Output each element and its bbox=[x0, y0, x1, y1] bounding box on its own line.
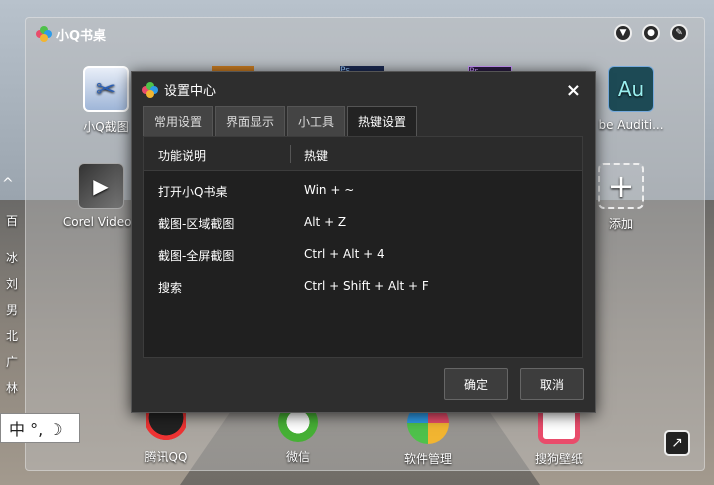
table-row[interactable]: 截图-区域截图 Alt + Z bbox=[144, 207, 582, 239]
ok-button[interactable]: 确定 bbox=[444, 368, 508, 400]
sidebar-item[interactable]: 林 bbox=[6, 379, 86, 396]
cancel-button[interactable]: 取消 bbox=[520, 368, 584, 400]
row-hotkey[interactable]: Alt + Z bbox=[304, 215, 346, 229]
table-row[interactable]: 截图-全屏截图 Ctrl + Alt + 4 bbox=[144, 239, 582, 271]
table-header: 功能说明 热键 bbox=[144, 137, 582, 171]
column-divider bbox=[290, 145, 291, 163]
add-icon: + bbox=[598, 163, 644, 209]
app-label: 搜狗壁纸 bbox=[534, 452, 583, 466]
app-label: 小Q截图 bbox=[83, 120, 129, 134]
ime-text: 中 °, ☽ bbox=[9, 420, 63, 439]
desk-title: 小Q书桌 bbox=[56, 28, 107, 44]
hotkey-table: 功能说明 热键 打开小Q书桌 Win + ~ 截图-区域截图 Alt + Z 截… bbox=[143, 136, 583, 358]
dialog-title: 设置中心 bbox=[164, 84, 217, 99]
tab-display[interactable]: 界面显示 bbox=[215, 106, 286, 136]
app-label: be Auditi... bbox=[598, 118, 664, 132]
app-item-audition[interactable]: Au be Auditi... bbox=[586, 66, 676, 132]
app-label: 微信 bbox=[285, 450, 310, 464]
sidebar-item[interactable]: 北 bbox=[6, 327, 86, 344]
table-row[interactable]: 搜索 Ctrl + Shift + Alt + F bbox=[144, 271, 582, 303]
row-function: 截图-区域截图 bbox=[158, 217, 235, 231]
row-function: 搜索 bbox=[158, 281, 183, 295]
tab-hotkeys[interactable]: 热键设置 bbox=[347, 106, 418, 136]
row-hotkey[interactable]: Ctrl + Shift + Alt + F bbox=[304, 279, 429, 293]
skin-icon[interactable]: ● bbox=[642, 24, 660, 42]
settings-tabs: 常用设置 界面显示 小工具 热键设置 bbox=[143, 106, 418, 136]
sidebar-item[interactable]: 男 bbox=[6, 301, 86, 318]
share-icon[interactable]: ↗ bbox=[664, 430, 690, 456]
row-function: 打开小Q书桌 bbox=[158, 185, 228, 199]
app-logo-icon bbox=[36, 26, 52, 42]
row-function: 截图-全屏截图 bbox=[158, 249, 235, 263]
app-label: 添加 bbox=[608, 217, 633, 231]
settings-dialog: 设置中心 × 常用设置 界面显示 小工具 热键设置 功能说明 热键 打开小Q书桌… bbox=[131, 71, 596, 413]
audition-icon: Au bbox=[608, 66, 654, 112]
ime-status-bar[interactable]: 中 °, ☽ bbox=[0, 413, 80, 443]
edit-icon[interactable]: ✎ bbox=[670, 24, 688, 42]
tab-general[interactable]: 常用设置 bbox=[143, 106, 214, 136]
video-icon: ▶ bbox=[78, 163, 124, 209]
sidebar-item[interactable]: 广 bbox=[6, 353, 86, 370]
dropdown-icon[interactable]: ▼ bbox=[614, 24, 632, 42]
tab-tools[interactable]: 小工具 bbox=[287, 106, 346, 136]
settings-logo-icon bbox=[142, 81, 158, 98]
sidebar-item[interactable]: 百 bbox=[6, 212, 86, 229]
row-hotkey[interactable]: Win + ~ bbox=[304, 183, 354, 197]
desk-title-bar: 小Q书桌 bbox=[36, 24, 106, 44]
table-row[interactable]: 打开小Q书桌 Win + ~ bbox=[144, 175, 582, 207]
column-header-function: 功能说明 bbox=[158, 149, 207, 163]
app-label: 腾讯QQ bbox=[144, 450, 188, 464]
scissors-icon: ✂ bbox=[83, 66, 129, 112]
app-label: 软件管理 bbox=[403, 452, 452, 466]
sidebar-item[interactable]: 冰 bbox=[6, 249, 86, 266]
sidebar-item[interactable]: 刘 bbox=[6, 275, 86, 292]
row-hotkey[interactable]: Ctrl + Alt + 4 bbox=[304, 247, 385, 261]
close-icon[interactable]: × bbox=[566, 80, 581, 101]
column-header-hotkey: 热键 bbox=[304, 149, 329, 163]
sidebar-collapse-icon[interactable]: ^ bbox=[2, 176, 14, 192]
